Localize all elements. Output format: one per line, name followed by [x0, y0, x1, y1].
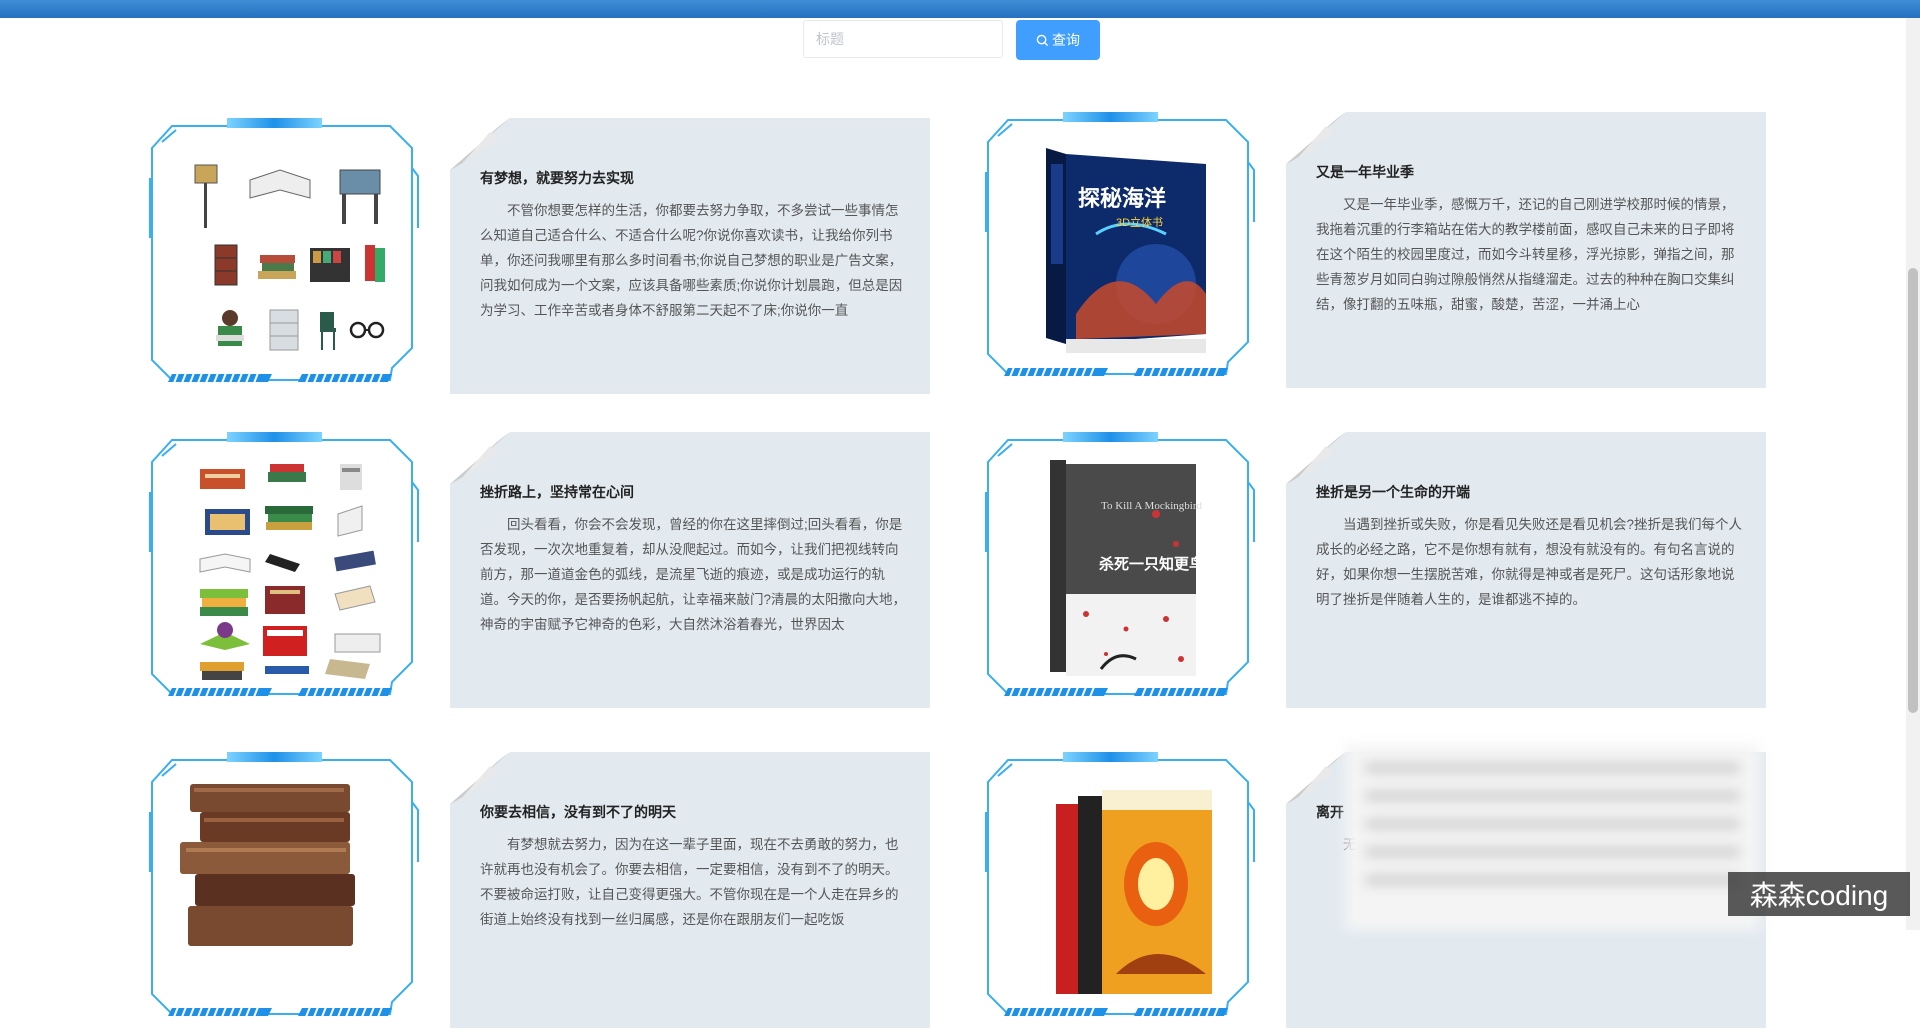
article-card[interactable]: 你要去相信，没有到不了的明天 有梦想就去努力，因为在这一辈子里面，现在不去勇敢的… [142, 752, 930, 1032]
scrollbar[interactable] [1906, 18, 1920, 930]
book-cover-ocean: 探秘海洋 3D立体书 [1046, 148, 1206, 353]
article-excerpt: 不管你想要怎样的生活，你都要去努力争取，不多尝试一些事情怎么知道自己适合什么、不… [480, 203, 903, 318]
search-input[interactable] [803, 20, 1003, 58]
article-title[interactable]: 挫折是另一个生命的开端 [1316, 482, 1470, 502]
cover-subtitle: 3D立体书 [1116, 215, 1163, 229]
article-image[interactable]: 探秘海洋 3D立体书 [1006, 134, 1226, 362]
page-fold-icon [450, 432, 510, 484]
article-excerpt: 回头看看，你会不会发现，曾经的你在这里摔倒过;回头看看，你是否发现，一次次地重复… [480, 517, 907, 632]
search-button[interactable]: 查询 [1016, 20, 1100, 60]
page-fold-icon [450, 752, 510, 804]
article-title[interactable]: 又是一年毕业季 [1316, 162, 1414, 182]
search-button-label: 查询 [1052, 32, 1080, 48]
article-title[interactable]: 你要去相信，没有到不了的明天 [480, 802, 676, 822]
cover-title: 探秘海洋 [1078, 186, 1166, 211]
stack-of-books-icons [199, 464, 381, 680]
article-image[interactable]: To Kill A Mockingbird 杀死一只知更鸟 [1006, 454, 1226, 682]
article-image[interactable] [1006, 774, 1226, 1002]
article-image[interactable] [170, 454, 390, 682]
book-cover-mockingbird: To Kill A Mockingbird 杀死一只知更鸟 [1050, 460, 1204, 676]
cover-subtitle: 杀死一只知更鸟 [1099, 555, 1204, 573]
page-fold-icon [1286, 432, 1346, 484]
article-card[interactable]: To Kill A Mockingbird 杀死一只知更鸟 挫折是另一个生命的开… [978, 432, 1766, 712]
library-icons [194, 164, 385, 351]
article-card[interactable]: 有梦想，就要努力去实现 不管你想要怎样的生活，你都要去努力争取，不多尝试一些事情… [142, 118, 930, 398]
blurred-content [1345, 745, 1760, 930]
article-panel[interactable]: 有梦想，就要努力去实现 不管你想要怎样的生活，你都要去努力争取，不多尝试一些事情… [450, 118, 930, 394]
article-card[interactable]: 探秘海洋 3D立体书 又是一年毕业季 又是一年毕业季，感慨万千，还记的自己刚进学… [978, 112, 1766, 392]
article-image[interactable] [170, 774, 390, 1002]
old-books-stack [180, 784, 355, 946]
book-cover-scifi [1056, 790, 1212, 994]
article-panel[interactable]: 你要去相信，没有到不了的明天 有梦想就去努力，因为在这一辈子里面，现在不去勇敢的… [450, 752, 930, 1028]
article-excerpt: 有梦想就去努力，因为在这一辈子里面，现在不去勇敢的努力，也许就再也没有机会了。你… [480, 837, 899, 927]
article-title[interactable]: 有梦想，就要努力去实现 [480, 168, 634, 188]
page-fold-icon [1286, 112, 1346, 164]
article-title[interactable]: 挫折路上，坚持常在心间 [480, 482, 634, 502]
scrollbar-thumb[interactable] [1908, 268, 1918, 713]
article-title[interactable]: 离开 [1316, 802, 1344, 822]
article-panel[interactable]: 挫折是另一个生命的开端 当遇到挫折或失败，你是看见失败还是看见机会?挫折是我们每… [1286, 432, 1766, 708]
video-watermark: 森森coding [1728, 872, 1910, 916]
page-fold-icon [450, 118, 510, 170]
article-excerpt: 又是一年毕业季，感慨万千，还记的自己刚进学校那时候的情景，我拖着沉重的行李箱站在… [1316, 197, 1735, 312]
article-excerpt: 当遇到挫折或失败，你是看见失败还是看见机会?挫折是我们每个人成长的必经之路，它不… [1316, 517, 1743, 607]
search-icon [1036, 34, 1049, 46]
article-image[interactable] [170, 140, 390, 368]
article-panel[interactable]: 挫折路上，坚持常在心间 回头看看，你会不会发现，曾经的你在这里摔倒过;回头看看，… [450, 432, 930, 708]
article-card[interactable]: 挫折路上，坚持常在心间 回头看看，你会不会发现，曾经的你在这里摔倒过;回头看看，… [142, 432, 930, 712]
cover-title: To Kill A Mockingbird [1101, 500, 1202, 512]
page-fold-icon [1286, 752, 1346, 804]
top-bar [0, 0, 1920, 18]
article-panel[interactable]: 又是一年毕业季 又是一年毕业季，感慨万千，还记的自己刚进学校那时候的情景，我拖着… [1286, 112, 1766, 388]
